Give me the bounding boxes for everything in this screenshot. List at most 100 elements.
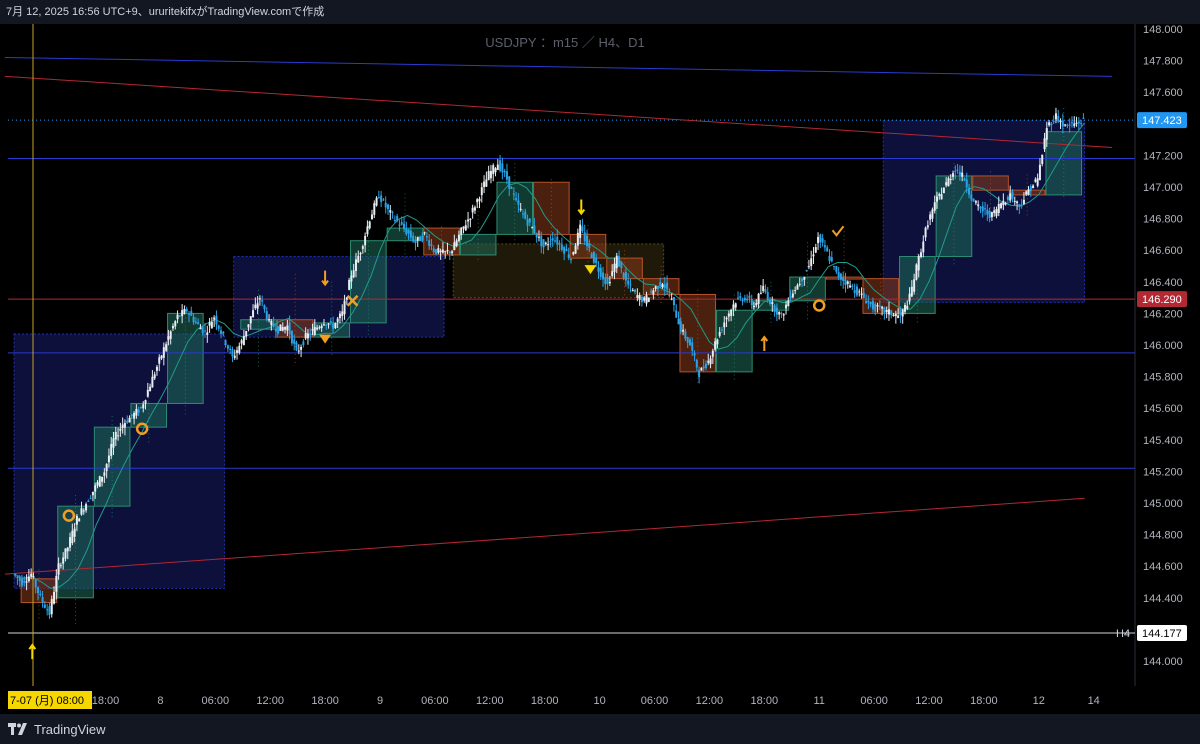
candle-body [1075,122,1078,124]
time-tick-label: 12:00 [696,695,724,707]
candle-body [954,170,957,172]
candle-body [842,277,845,282]
candle-body [121,424,124,428]
candle-body [126,420,129,423]
candle-body [1066,124,1069,126]
candle-body [743,297,746,301]
candle-body [71,530,74,544]
candle-body [233,355,236,358]
candle-body [190,310,193,316]
candle-body [409,230,412,238]
candle-body [574,245,577,254]
candle-body [384,202,387,208]
price-chart[interactable]: USDJPY ：m15 ／ H4、D1 148.000 147.800 147.600… [0,24,1200,714]
candle-body [85,504,88,511]
candle-body [483,181,486,187]
footer-bar: TradingView [0,714,1200,744]
candle-body [30,573,33,577]
candle-body [1013,200,1016,202]
candle-body [318,327,321,329]
candle-body [883,307,886,313]
candle-body [974,201,977,203]
candle-body [311,329,314,331]
candle-body [75,515,78,525]
candle-body [782,314,785,316]
candle-body [293,339,296,345]
candle-body [176,314,179,320]
candle-body [984,208,987,210]
candle-body [986,209,989,215]
candle-body [1036,178,1039,186]
candle-body [1068,124,1071,126]
candle-body [334,323,337,329]
candle-body [917,255,920,271]
candle-body [357,255,360,263]
candle-body [439,250,442,252]
candle-body [16,576,19,578]
tradingview-logo-icon[interactable] [8,723,28,735]
candle-body [240,340,243,344]
candle-body [977,204,980,207]
candle-body [579,224,582,238]
candle-body [654,286,657,289]
candle-body [528,218,531,223]
candle-body [249,316,252,324]
candle-body [59,565,62,567]
candle-body [229,348,232,351]
candle-body [746,298,749,301]
candle-body [178,315,181,317]
price-tick-label: 145.400 [1143,435,1183,447]
time-tick-label: 10 [593,695,605,707]
candle-body [807,266,810,268]
candle-body [929,214,932,220]
candle-body [464,225,467,231]
candle-body [135,408,138,416]
candle-body [656,286,659,290]
candle-body [1000,203,1003,209]
candle-body [343,300,346,315]
candle-body [1016,201,1019,204]
candle-body [517,200,520,205]
candle-body [524,211,527,219]
candle-body [231,349,234,357]
candle-body [597,267,600,272]
candle-body [899,312,902,316]
candle-body [338,313,341,319]
price-tick-label: 145.800 [1143,372,1183,384]
candle-body [931,209,934,219]
candle-body [270,320,273,325]
time-tick-label: 18:00 [751,695,779,707]
candle-body [1011,191,1014,200]
candle-body [993,210,996,214]
candle-body [300,346,303,350]
candle-body [819,234,822,243]
candle-body [192,316,195,323]
candle-body [645,295,648,304]
candle-body [73,528,76,537]
candle-body [942,188,945,194]
candle-body [762,285,765,291]
candle-body [114,431,117,440]
candle-body [78,518,81,522]
candle-body [1020,204,1023,206]
candle-body [823,245,826,248]
candle-body [87,500,90,502]
candle-body [707,360,710,363]
candle-body [382,199,385,201]
candle-body [663,284,666,289]
candle-body [634,289,637,292]
candle-body [350,275,353,282]
candle-body [938,194,941,197]
candle-body [1038,164,1041,181]
candle-body [885,309,888,313]
candle-body [892,314,895,317]
candle-body [151,376,154,388]
candle-body [160,355,163,359]
candle-body [515,198,518,200]
candle-body [471,207,474,213]
candle-body [542,239,545,248]
candle-body [890,310,893,316]
candle-body [348,279,351,290]
candle-body [567,254,570,258]
brand-name[interactable]: TradingView [34,722,106,737]
